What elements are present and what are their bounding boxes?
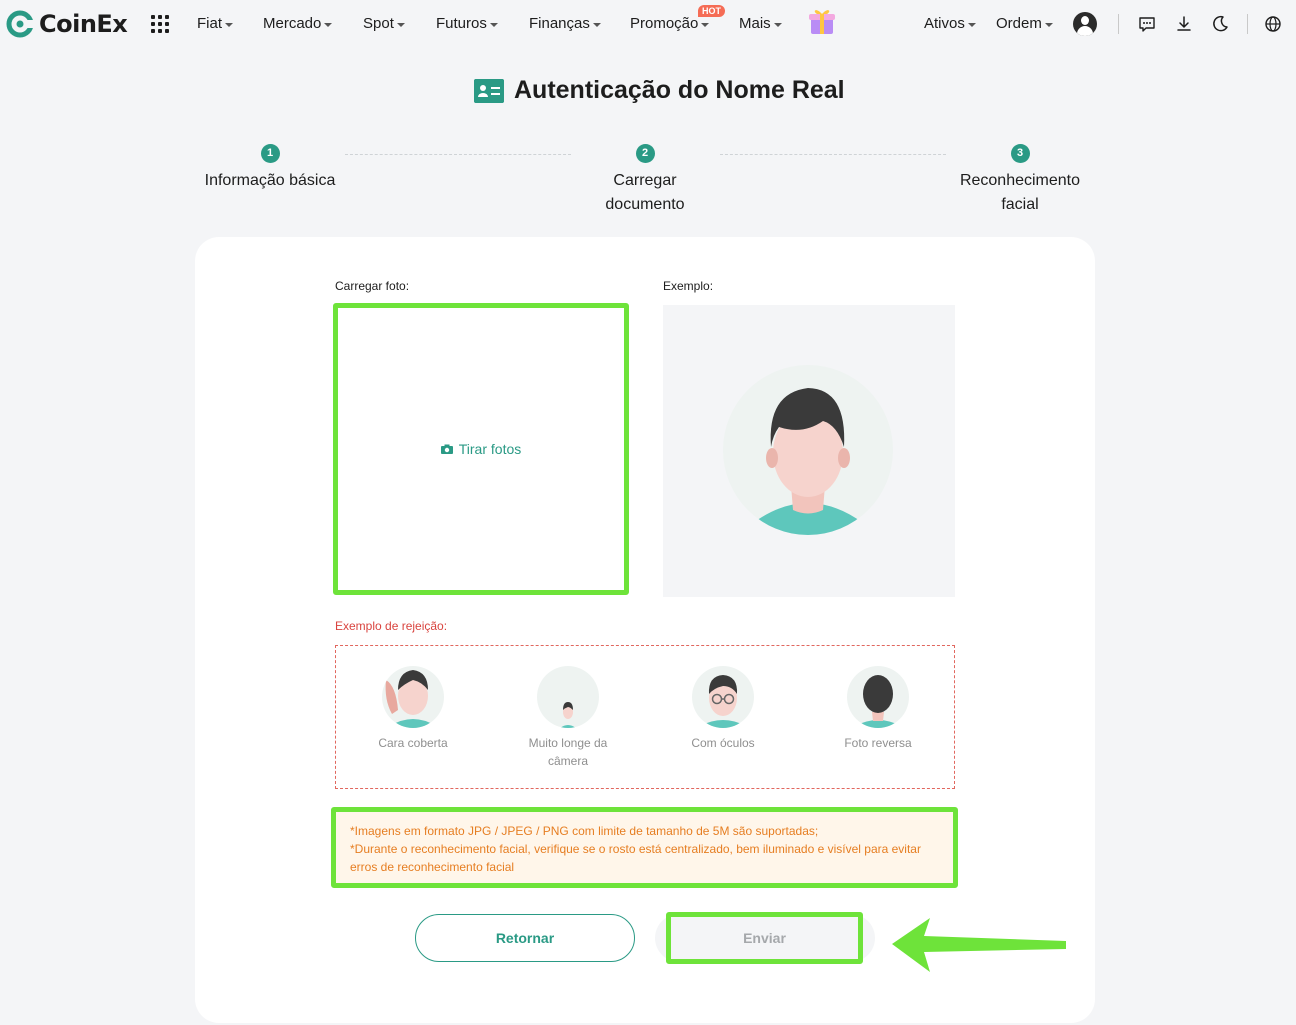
- nav-financas-label: Finanças: [529, 15, 590, 32]
- nav-ativos-label: Ativos: [924, 15, 965, 32]
- upload-photo-box[interactable]: Tirar fotos: [333, 303, 629, 595]
- upload-photo-label: Carregar foto:: [335, 279, 410, 293]
- nav-mais-label: Mais: [739, 15, 771, 32]
- rejection-example-label: Exemplo de rejeição:: [335, 619, 448, 633]
- notice-line-2: *Durante o reconhecimento facial, verifi…: [350, 842, 921, 874]
- nav-spot-label: Spot: [363, 15, 394, 32]
- reject-item-covered-face: Cara coberta: [343, 666, 483, 752]
- id-card-icon: [474, 78, 504, 103]
- nav-promocao-label: Promoção: [630, 15, 699, 32]
- download-icon[interactable]: [1175, 15, 1193, 33]
- reject-too-far-label-line1: Muito longe da: [528, 736, 608, 750]
- reject-item-reversed: Foto reversa: [808, 666, 948, 752]
- chevron-down-icon: [225, 22, 234, 27]
- reject-item-too-far: Muito longe da câmera: [498, 666, 638, 770]
- rejection-examples: Cara coberta Muito longe da câmera Com ó…: [335, 645, 955, 789]
- step-1-label: Informação básica: [204, 172, 336, 189]
- reversed-face-icon: [847, 666, 909, 728]
- page-title-text: Autenticação do Nome Real: [514, 76, 845, 104]
- covered-face-icon: [382, 666, 444, 728]
- hot-badge: HOT: [698, 5, 725, 17]
- nav-ordem-label: Ordem: [996, 15, 1042, 32]
- take-photo-label: Tirar fotos: [458, 441, 522, 457]
- reject-covered-face-label: Cara coberta: [378, 736, 448, 750]
- nav-financas[interactable]: Finanças: [529, 15, 601, 32]
- avatar[interactable]: [1073, 12, 1097, 36]
- chevron-down-icon: [1044, 22, 1053, 27]
- too-far-face-icon: [537, 666, 599, 728]
- example-label: Exemplo:: [663, 279, 714, 293]
- upload-notice: *Imagens em formato JPG / JPEG / PNG com…: [331, 807, 958, 888]
- coinex-logo-icon: [6, 10, 34, 38]
- chevron-down-icon: [489, 22, 498, 27]
- coinex-logo[interactable]: CoinEx: [6, 10, 128, 38]
- chevron-down-icon: [773, 22, 782, 27]
- nav-promocao[interactable]: Promoção: [630, 15, 710, 32]
- divider: [1118, 14, 1119, 34]
- nav-fiat-label: Fiat: [197, 15, 223, 32]
- notice-line-1: *Imagens em formato JPG / JPEG / PNG com…: [350, 824, 819, 838]
- logo-text: CoinEx: [39, 10, 128, 38]
- face-recognition-card: [195, 237, 1095, 1023]
- arrow-annotation-icon: [892, 918, 1066, 972]
- chevron-down-icon: [701, 22, 710, 27]
- reject-item-glasses: Com óculos: [653, 666, 793, 752]
- step-2-number: 2: [635, 144, 655, 163]
- nav-spot[interactable]: Spot: [363, 15, 405, 32]
- reject-too-far-label-line2: câmera: [547, 754, 588, 768]
- divider: [1247, 14, 1248, 34]
- nav-mais[interactable]: Mais: [739, 15, 782, 32]
- globe-icon[interactable]: [1264, 15, 1282, 33]
- nav-mercado[interactable]: Mercado: [263, 15, 333, 32]
- step-2-label-line1: Carregar: [613, 172, 677, 189]
- step-2: 2 Carregar documento: [565, 144, 725, 217]
- step-connector: [720, 154, 946, 155]
- step-1: 1 Informação básica: [190, 144, 350, 193]
- apps-grid-icon[interactable]: [151, 15, 169, 33]
- camera-icon: [440, 444, 453, 454]
- back-button[interactable]: Retornar: [415, 914, 635, 962]
- take-photo-button[interactable]: Tirar fotos: [440, 441, 522, 457]
- moon-icon[interactable]: [1211, 15, 1229, 33]
- chevron-down-icon: [324, 22, 333, 27]
- glasses-face-icon: [692, 666, 754, 728]
- step-3-label-line2: facial: [1001, 196, 1039, 213]
- step-connector: [345, 154, 571, 155]
- nav-ativos[interactable]: Ativos: [924, 15, 976, 32]
- step-1-number: 1: [260, 144, 280, 163]
- step-3-label-line1: Reconhecimento: [959, 172, 1081, 189]
- chevron-down-icon: [592, 22, 601, 27]
- top-navbar: CoinEx Fiat Mercado Spot Futuros Finança…: [0, 0, 1296, 48]
- nav-futuros-label: Futuros: [436, 15, 487, 32]
- page-title: Autenticação do Nome Real: [474, 76, 845, 105]
- reject-glasses-label: Com óculos: [691, 736, 755, 750]
- step-3-number: 3: [1010, 144, 1030, 163]
- nav-fiat[interactable]: Fiat: [197, 15, 234, 32]
- nav-ordem[interactable]: Ordem: [996, 15, 1053, 32]
- gift-icon[interactable]: [806, 5, 838, 37]
- nav-mercado-label: Mercado: [263, 15, 322, 32]
- reject-reversed-label: Foto reversa: [844, 736, 912, 750]
- message-icon[interactable]: [1138, 15, 1156, 33]
- chevron-down-icon: [396, 22, 405, 27]
- nav-futuros[interactable]: Futuros: [436, 15, 498, 32]
- step-3: 3 Reconhecimento facial: [940, 144, 1100, 217]
- chevron-down-icon: [967, 22, 976, 27]
- example-photo: [663, 305, 955, 597]
- example-face-illustration: [723, 365, 893, 535]
- step-2-label-line2: documento: [605, 196, 685, 213]
- submit-button[interactable]: Enviar: [666, 912, 863, 964]
- face-illustration-icon: [753, 388, 863, 535]
